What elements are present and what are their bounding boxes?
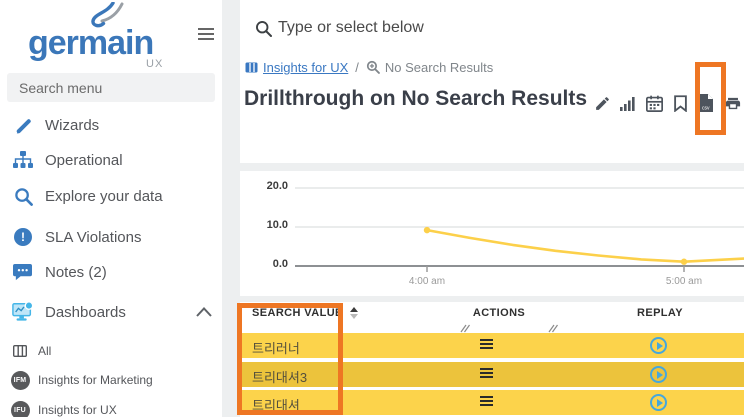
- column-header-label: SEARCH VALUE: [252, 307, 343, 319]
- chart-line: [427, 230, 744, 262]
- sidebar-item-label: Wizards: [45, 117, 99, 134]
- results-table: SEARCH VALUE ACTIONS REPLAY 트리러너 트리대셔3 트…: [240, 302, 744, 417]
- sidebar-search-input[interactable]: [7, 73, 215, 102]
- svg-text:csv: csv: [702, 106, 710, 112]
- table-row[interactable]: 트리대셔3: [240, 362, 744, 387]
- sidebar-item-dashboards[interactable]: Dashboards: [0, 296, 222, 328]
- dashboard-columns-icon: [245, 62, 258, 73]
- x-axis-tick-label: 5:00 am: [644, 276, 724, 287]
- breadcrumb-separator: /: [355, 60, 359, 75]
- sidebar: germain UX Wizards Operational Explore y…: [0, 0, 222, 417]
- actions-menu-icon[interactable]: [480, 339, 496, 351]
- chart-card: 20.0 10.0 0.0 4:00 am 5:00 am: [240, 171, 744, 296]
- logo-sub: UX: [146, 58, 163, 70]
- sidebar-item-insights-for-marketing[interactable]: IFM Insights for Marketing: [0, 368, 222, 392]
- table-row[interactable]: 트리대셔: [240, 390, 744, 415]
- print-icon[interactable]: [723, 93, 742, 113]
- columns-icon: [10, 345, 30, 357]
- sidebar-item-label: Notes (2): [45, 264, 107, 281]
- logo-brand: germain: [28, 24, 153, 63]
- edit-pencil-icon[interactable]: [593, 93, 612, 113]
- sidebar-gutter: [222, 0, 240, 417]
- search-icon: [12, 187, 34, 206]
- sidebar-item-notes[interactable]: Notes (2): [0, 259, 222, 285]
- sidebar-item-label: Dashboards: [45, 304, 126, 321]
- sidebar-item-all[interactable]: All: [0, 340, 222, 362]
- zoom-in-icon: [366, 60, 380, 74]
- alert-icon: !: [12, 228, 34, 246]
- table-row[interactable]: 트리러너: [240, 333, 744, 358]
- sidebar-item-label: All: [38, 344, 51, 358]
- replay-play-button[interactable]: [650, 394, 667, 411]
- column-resize-handle-icon[interactable]: [460, 324, 470, 333]
- sidebar-item-wizards[interactable]: Wizards: [0, 112, 222, 138]
- sidebar-item-label: SLA Violations: [45, 229, 141, 246]
- pencil-icon: [12, 116, 34, 135]
- chevron-up-icon[interactable]: [196, 307, 212, 317]
- chat-icon: [12, 263, 34, 281]
- main-content: Insights for UX / No Search Results Dril…: [240, 0, 744, 417]
- dashboard-monitor-icon: [12, 300, 34, 324]
- sidebar-item-explore-your-data[interactable]: Explore your data: [0, 183, 222, 209]
- ifu-badge-icon: IFU: [10, 401, 30, 417]
- sidebar-item-insights-for-ux[interactable]: IFU Insights for UX: [0, 398, 222, 417]
- search-value-cell: 트리러너: [252, 338, 300, 357]
- breadcrumb: Insights for UX / No Search Results: [245, 59, 493, 75]
- actions-menu-icon[interactable]: [480, 396, 496, 408]
- sidebar-item-label: Insights for Marketing: [38, 373, 153, 387]
- column-resize-handle-icon[interactable]: [548, 324, 558, 333]
- table-header-row: SEARCH VALUE ACTIONS REPLAY: [240, 302, 744, 326]
- global-search-input[interactable]: [278, 14, 718, 42]
- replay-play-button[interactable]: [650, 337, 667, 354]
- ifm-badge-icon: IFM: [10, 371, 30, 390]
- search-value-cell: 트리대셔: [252, 395, 300, 414]
- column-header-replay[interactable]: REPLAY: [620, 307, 700, 319]
- app-root: germain UX Wizards Operational Explore y…: [0, 0, 744, 417]
- bookmark-icon[interactable]: [671, 93, 690, 113]
- search-value-cell: 트리대셔3: [252, 367, 307, 386]
- sidebar-item-sla-violations[interactable]: ! SLA Violations: [0, 224, 222, 250]
- csv-export-icon[interactable]: csv: [697, 93, 716, 113]
- chart-bars-icon[interactable]: [619, 93, 638, 113]
- sidebar-toggle-hamburger-icon[interactable]: [198, 28, 216, 42]
- page-toolbar: csv: [593, 93, 742, 113]
- replay-play-button[interactable]: [650, 366, 667, 383]
- sidebar-item-label: Insights for UX: [38, 403, 117, 417]
- section-divider: [240, 163, 744, 171]
- search-icon: [255, 20, 272, 37]
- column-header-actions[interactable]: ACTIONS: [459, 307, 539, 319]
- sidebar-item-label: Operational: [45, 152, 123, 169]
- sort-icon[interactable]: [350, 307, 358, 319]
- actions-menu-icon[interactable]: [480, 368, 496, 380]
- calendar-icon[interactable]: [645, 93, 664, 113]
- sidebar-item-label: Explore your data: [45, 188, 163, 205]
- page-title: Drillthrough on No Search Results: [244, 87, 587, 111]
- sidebar-item-operational[interactable]: Operational: [0, 147, 222, 173]
- breadcrumb-parent-link[interactable]: Insights for UX: [263, 60, 348, 75]
- sitemap-icon: [12, 151, 34, 169]
- x-axis-tick-label: 4:00 am: [387, 276, 467, 287]
- breadcrumb-current: No Search Results: [385, 60, 493, 75]
- column-header-search-value[interactable]: SEARCH VALUE: [252, 307, 358, 319]
